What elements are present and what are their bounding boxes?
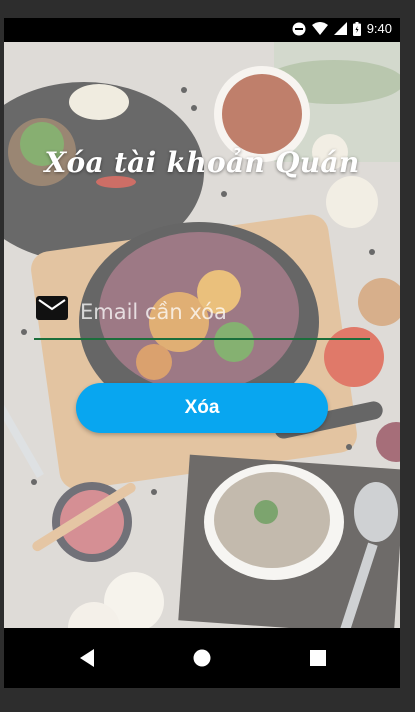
status-icons: 9:40 — [292, 21, 392, 36]
email-input[interactable] — [80, 292, 366, 332]
status-bar: 9:40 — [4, 18, 400, 42]
back-icon[interactable] — [74, 644, 102, 672]
device-frame: 9:40 Xóa tài khoản Quán Email cần xóa Xó… — [0, 0, 415, 712]
mail-icon — [36, 296, 68, 320]
email-field-row — [34, 292, 370, 340]
home-icon[interactable] — [188, 644, 216, 672]
recent-apps-icon[interactable] — [304, 644, 332, 672]
page-title: Xóa tài khoản Quán — [44, 146, 360, 179]
status-time: 9:40 — [366, 21, 392, 36]
delete-button[interactable]: Xóa — [76, 383, 328, 433]
delete-account-screen: Xóa tài khoản Quán Xóa — [4, 42, 400, 628]
signal-icon — [333, 22, 347, 35]
do-not-disturb-icon — [292, 22, 306, 35]
wifi-icon — [311, 22, 328, 35]
navigation-bar — [4, 628, 400, 688]
battery-icon — [352, 21, 361, 36]
email-underline — [34, 338, 370, 340]
phone-screen: 9:40 Xóa tài khoản Quán Email cần xóa Xó… — [4, 18, 400, 688]
